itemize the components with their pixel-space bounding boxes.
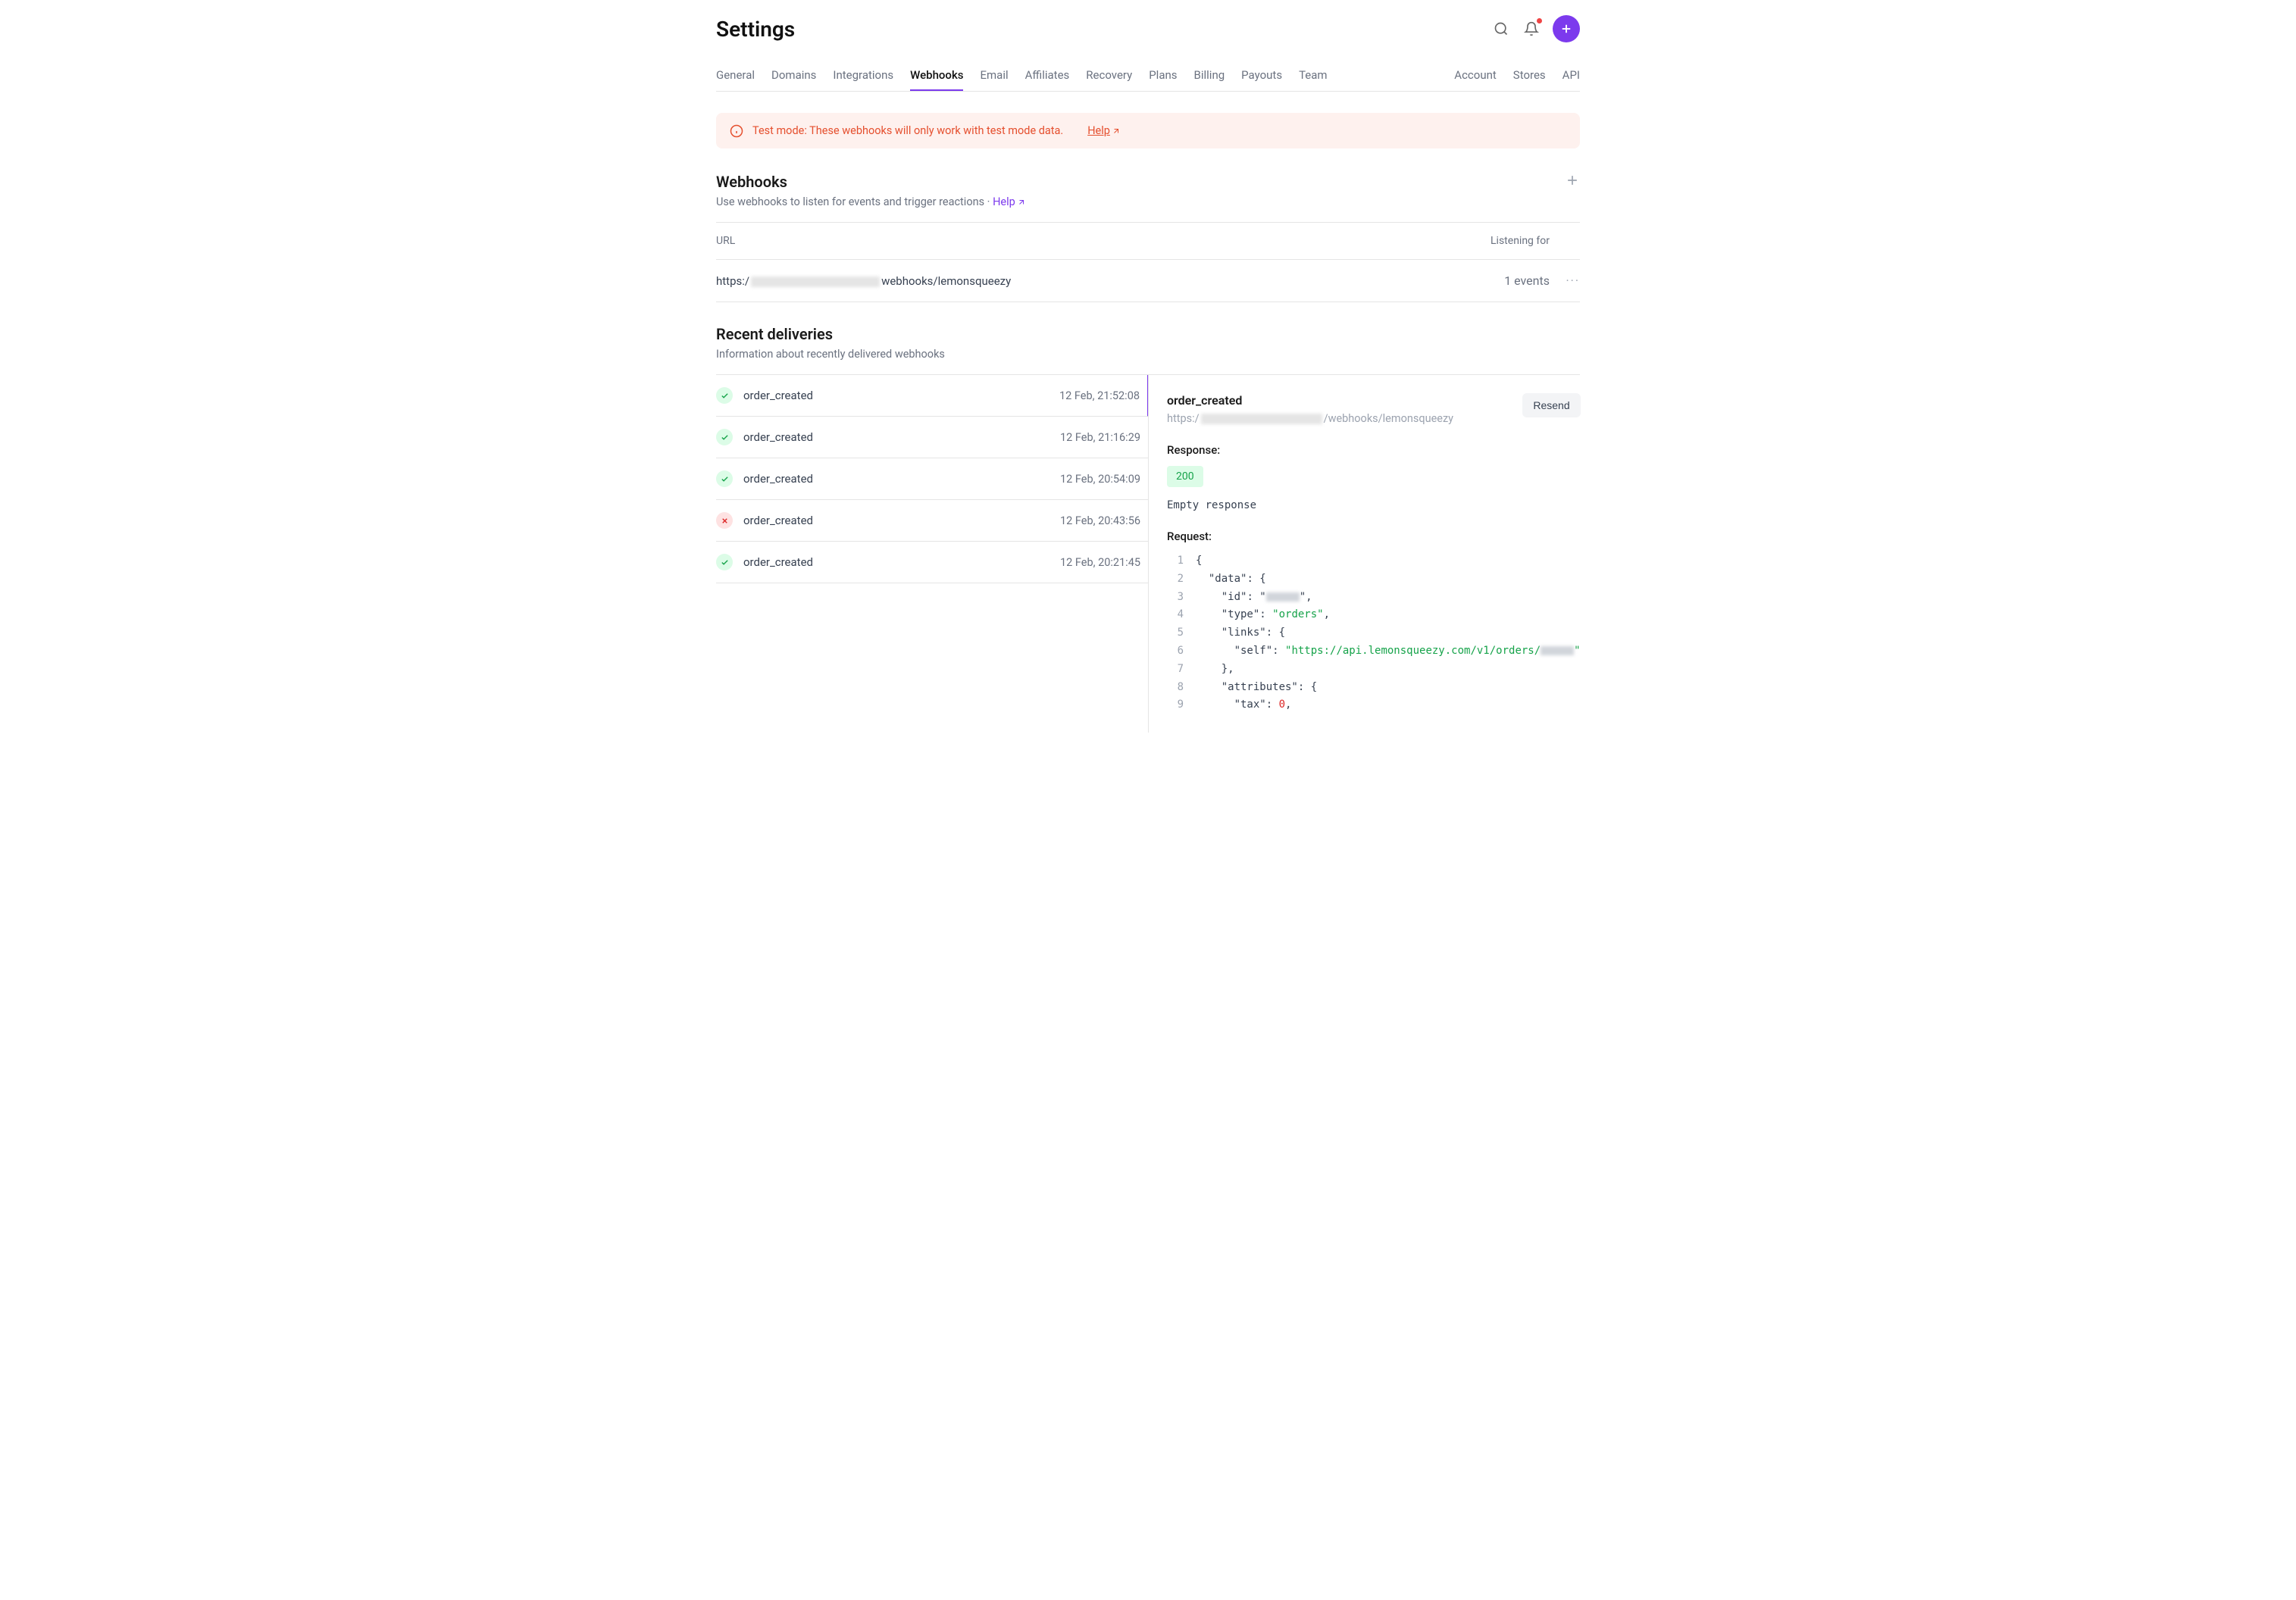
info-icon — [730, 124, 743, 138]
redacted-order-id — [1541, 646, 1574, 655]
delivery-row[interactable]: order_created 12 Feb, 20:43:56 — [716, 500, 1148, 542]
notification-icon[interactable] — [1522, 20, 1541, 38]
redacted-url — [751, 277, 880, 287]
detail-url: https://webhooks/lemonsqueezy — [1167, 412, 1453, 425]
check-icon — [716, 429, 733, 445]
test-mode-banner: Test mode: These webhooks will only work… — [716, 113, 1580, 148]
banner-help-link[interactable]: Help — [1087, 124, 1121, 137]
more-icon[interactable]: ··· — [1566, 273, 1580, 288]
delivery-event-name: order_created — [743, 430, 1049, 444]
tab-recovery[interactable]: Recovery — [1086, 61, 1132, 91]
check-icon — [716, 387, 733, 404]
delivery-row[interactable]: order_created 12 Feb, 21:52:08 — [716, 375, 1149, 417]
detail-title: order_created — [1167, 393, 1453, 408]
tab-integrations[interactable]: Integrations — [833, 61, 893, 91]
tab-payouts[interactable]: Payouts — [1241, 61, 1282, 91]
tab-email[interactable]: Email — [980, 61, 1008, 91]
webhooks-help-link[interactable]: Help — [993, 195, 1026, 208]
request-label: Request: — [1167, 530, 1581, 543]
tab-plans[interactable]: Plans — [1149, 61, 1177, 91]
tab-domains[interactable]: Domains — [771, 61, 816, 91]
section-desc-recent: Information about recently delivered web… — [716, 348, 1580, 361]
delivery-time: 12 Feb, 20:21:45 — [1060, 556, 1140, 569]
section-title-webhooks: Webhooks — [716, 173, 1026, 191]
page-title: Settings — [716, 17, 795, 42]
delivery-time: 12 Feb, 21:16:29 — [1060, 431, 1140, 444]
events-count: 1 events — [1444, 273, 1550, 288]
delivery-event-name: order_created — [743, 472, 1049, 486]
section-title-recent: Recent deliveries — [716, 325, 1580, 343]
delivery-time: 12 Feb, 20:43:56 — [1060, 514, 1140, 527]
add-button[interactable] — [1553, 15, 1580, 42]
col-header-listening: Listening for — [1444, 235, 1550, 247]
delivery-row[interactable]: order_created 12 Feb, 20:54:09 — [716, 458, 1148, 500]
tab-stores[interactable]: Stores — [1513, 61, 1546, 91]
x-icon — [716, 512, 733, 529]
delivery-detail-panel: order_created https://webhooks/lemonsque… — [1148, 375, 1581, 733]
check-icon — [716, 554, 733, 570]
delivery-event-name: order_created — [743, 514, 1049, 527]
col-header-url: URL — [716, 235, 1444, 247]
delivery-event-name: order_created — [743, 389, 1049, 402]
section-desc-webhooks: Use webhooks to listen for events and tr… — [716, 195, 1026, 208]
tab-affiliates[interactable]: Affiliates — [1025, 61, 1070, 91]
tab-account[interactable]: Account — [1454, 61, 1497, 91]
tab-team[interactable]: Team — [1299, 61, 1328, 91]
tab-webhooks[interactable]: Webhooks — [910, 61, 963, 91]
tab-billing[interactable]: Billing — [1194, 61, 1225, 91]
redacted-id — [1266, 592, 1300, 602]
request-code: 1{ 2 "data": { 3 "id": "", 4 "type": "or… — [1167, 552, 1581, 714]
delivery-row[interactable]: order_created 12 Feb, 20:21:45 — [716, 542, 1148, 583]
resend-button[interactable]: Resend — [1522, 393, 1580, 417]
tabs-right: Account Stores API — [1454, 61, 1580, 91]
add-webhook-icon[interactable] — [1565, 173, 1580, 188]
response-label: Response: — [1167, 443, 1581, 457]
empty-response: Empty response — [1167, 499, 1581, 511]
tabs-left: General Domains Integrations Webhooks Email A… — [716, 61, 1328, 91]
tab-general[interactable]: General — [716, 61, 755, 91]
webhook-row[interactable]: https:/webhooks/lemonsqueezy 1 events ··… — [716, 260, 1580, 302]
delivery-row[interactable]: order_created 12 Feb, 21:16:29 — [716, 417, 1148, 458]
banner-text: Test mode: These webhooks will only work… — [752, 124, 1063, 137]
search-icon[interactable] — [1492, 20, 1510, 38]
check-icon — [716, 470, 733, 487]
delivery-event-name: order_created — [743, 555, 1049, 569]
redacted-url — [1201, 414, 1322, 424]
delivery-time: 12 Feb, 21:52:08 — [1059, 389, 1140, 402]
delivery-time: 12 Feb, 20:54:09 — [1060, 473, 1140, 486]
status-code-badge: 200 — [1167, 466, 1203, 487]
notification-dot — [1537, 18, 1542, 23]
tab-api[interactable]: API — [1562, 61, 1580, 91]
